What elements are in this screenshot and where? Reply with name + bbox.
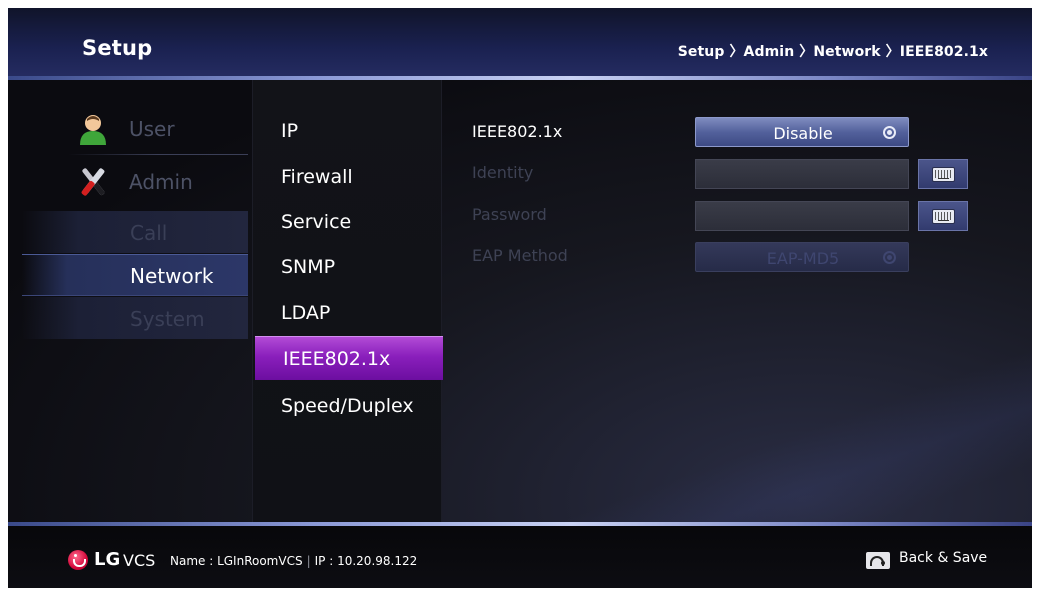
admin-subitem-system[interactable]: System	[22, 297, 248, 339]
ieee8021x-select[interactable]: Disable	[695, 117, 909, 147]
user-icon	[80, 115, 106, 145]
menu-item-snmp[interactable]: SNMP	[253, 245, 443, 289]
ieee8021x-value: Disable	[773, 124, 833, 143]
device-ip: IP : 10.20.98.122	[314, 554, 418, 568]
admin-subitem-network[interactable]: Network	[22, 254, 248, 296]
select-ring-icon	[883, 126, 896, 139]
network-menu: IP Firewall Service SNMP LDAP IEEE802.1x…	[252, 80, 443, 522]
identity-keyboard-button[interactable]	[918, 159, 968, 189]
eap-method-label: EAP Method	[472, 246, 568, 265]
admin-subitem-call[interactable]: Call	[22, 211, 248, 253]
menu-item-label: Firewall	[281, 166, 353, 188]
menu-item-label: Service	[281, 211, 352, 233]
menu-item-firewall[interactable]: Firewall	[253, 155, 443, 199]
back-save-label[interactable]: Back & Save	[899, 550, 987, 566]
password-keyboard-button[interactable]	[918, 201, 968, 231]
password-field[interactable]	[695, 201, 909, 231]
admin-subitem-call-label: Call	[130, 221, 168, 245]
device-name: Name : LGInRoomVCS	[170, 554, 303, 568]
menu-item-label: Speed/Duplex	[281, 395, 414, 417]
admin-subitem-network-label: Network	[130, 264, 214, 288]
product-name: VCS	[123, 551, 156, 570]
device-info: Name : LGInRoomVCS | IP : 10.20.98.122	[170, 554, 417, 568]
tools-icon	[81, 168, 105, 196]
select-ring-icon	[883, 251, 896, 264]
password-label: Password	[472, 205, 547, 224]
eap-method-select[interactable]: EAP-MD5	[695, 242, 909, 272]
back-icon[interactable]	[866, 552, 890, 569]
setup-screen: Setup Setup 〉Admin 〉Network 〉IEEE802.1x …	[8, 8, 1032, 588]
lg-logo-icon	[68, 550, 88, 570]
footer-bar: LG VCS Name : LGInRoomVCS | IP : 10.20.98.…	[8, 522, 1032, 588]
breadcrumb: Setup 〉Admin 〉Network 〉IEEE802.1x	[677, 44, 988, 60]
brand-name: LG	[94, 549, 121, 570]
ieee8021x-label: IEEE802.1x	[472, 122, 563, 141]
menu-item-service[interactable]: Service	[253, 200, 443, 244]
menu-item-ip[interactable]: IP	[253, 109, 443, 153]
menu-item-speed-duplex[interactable]: Speed/Duplex	[253, 384, 443, 428]
menu-item-ieee8021x[interactable]: IEEE802.1x	[255, 336, 443, 380]
admin-subitem-system-label: System	[130, 307, 205, 331]
menu-item-ldap[interactable]: LDAP	[253, 291, 443, 335]
category-divider	[68, 154, 248, 155]
page-title: Setup	[82, 36, 153, 60]
category-admin-label: Admin	[129, 170, 193, 194]
category-user[interactable]: User	[8, 107, 248, 151]
keyboard-icon	[932, 167, 955, 182]
menu-item-label: IEEE802.1x	[283, 348, 391, 370]
identity-field[interactable]	[695, 159, 909, 189]
category-user-label: User	[129, 117, 175, 141]
identity-label: Identity	[472, 163, 534, 182]
menu-item-label: SNMP	[281, 256, 336, 278]
eap-method-value: EAP-MD5	[766, 249, 840, 268]
category-column: User Admin Call Network System	[8, 80, 248, 522]
keyboard-icon	[932, 209, 955, 224]
info-separator: |	[306, 554, 311, 568]
category-admin[interactable]: Admin	[8, 160, 248, 204]
header-bar: Setup Setup 〉Admin 〉Network 〉IEEE802.1x	[8, 8, 1032, 80]
main-area: User Admin Call Network System IP Firewa…	[8, 80, 1032, 522]
menu-item-label: IP	[281, 120, 299, 142]
settings-panel: IEEE802.1x Disable Identity Password EAP…	[444, 80, 1032, 522]
menu-item-label: LDAP	[281, 302, 331, 324]
